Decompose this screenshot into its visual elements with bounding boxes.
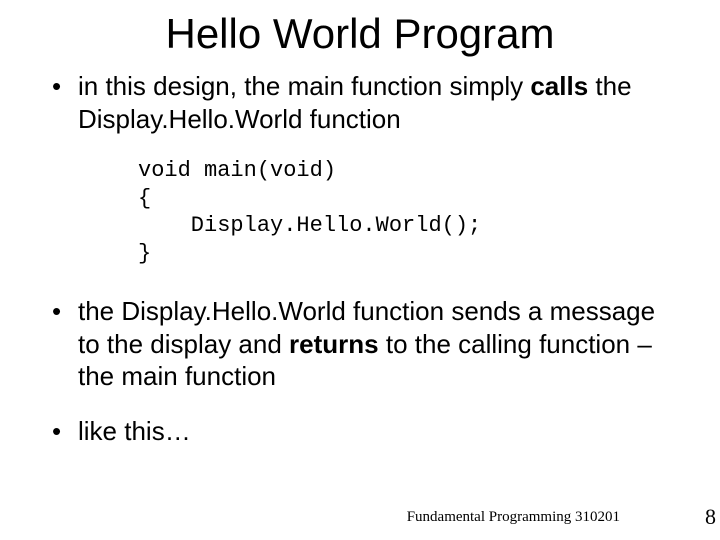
- bullet-2-bold: returns: [289, 329, 386, 359]
- code-line-3: Display.Hello.World();: [138, 213, 481, 238]
- bullet-1-bold: calls: [530, 71, 588, 101]
- slide: Hello World Program in this design, the …: [0, 0, 720, 540]
- bullet-3: like this…: [48, 415, 672, 448]
- bullet-list: in this design, the main function simply…: [48, 70, 672, 447]
- code-line-2: {: [138, 186, 151, 211]
- bullet-1-pre: in this design, the main function simply: [78, 71, 530, 101]
- bullet-1: in this design, the main function simply…: [48, 70, 672, 135]
- bullet-2: the Display.Hello.World function sends a…: [48, 295, 672, 393]
- footer-text: Fundamental Programming 310201: [407, 509, 620, 526]
- slide-title: Hello World Program: [48, 10, 672, 58]
- bullet-3-text: like this…: [78, 416, 191, 446]
- code-line-4: }: [138, 241, 151, 266]
- code-line-1: void main(void): [138, 158, 336, 183]
- page-number: 8: [705, 504, 716, 530]
- code-block: void main(void) { Display.Hello.World();…: [138, 157, 672, 267]
